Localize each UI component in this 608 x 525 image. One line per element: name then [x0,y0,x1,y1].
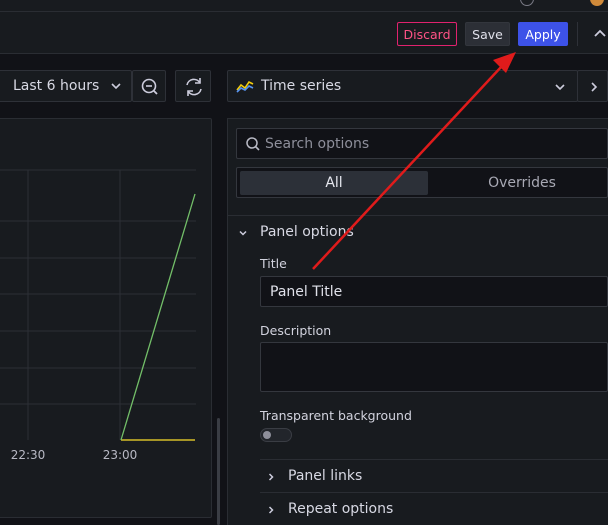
top-nav-edge [0,0,608,12]
visualization-picker[interactable]: Time series [227,70,578,102]
time-range-picker[interactable]: Last 6 hours [0,70,132,102]
x-tick-label: 22:30 [11,448,46,462]
section-divider [260,459,608,460]
chart-gridlines [0,169,196,440]
series-line [120,193,196,441]
title-input[interactable]: Panel Title [260,276,608,307]
chevron-right-icon [591,82,598,92]
section-divider [260,492,608,493]
x-tick-label: 23:00 [103,448,138,462]
pane-splitter[interactable] [217,418,220,525]
section-divider [228,215,608,216]
toggle-knob [263,431,271,439]
zoom-out-icon [141,78,158,95]
time-series-chart: 22:30 23:00 [0,169,196,462]
tab-all[interactable]: All [240,171,428,195]
chart-series [120,193,196,441]
panel-links-header[interactable]: Panel links [288,468,362,484]
time-range-label: Last 6 hours [13,78,100,94]
panel-options-header[interactable]: Panel options [260,224,354,240]
chevron-down-icon[interactable] [238,228,248,238]
options-tabs: All Overrides [236,167,608,198]
time-series-icon [236,80,254,93]
chevron-down-icon [111,83,121,90]
chevron-down-icon [555,84,565,91]
refresh-icon [186,78,202,96]
zoom-out-button[interactable] [132,70,166,102]
visualization-label: Time series [261,78,342,94]
discard-button[interactable]: Discard [397,22,457,46]
chevron-up-icon[interactable] [592,26,608,42]
title-label: Title [260,256,287,271]
chart-x-ticks: 22:30 23:00 [11,448,138,462]
transparent-background-label: Transparent background [260,408,412,423]
search-input[interactable] [265,133,595,155]
description-textarea[interactable] [260,342,608,392]
dashboard-toolbar [0,0,608,54]
chevron-right-icon[interactable] [266,472,276,482]
transparent-background-toggle[interactable] [260,428,292,442]
refresh-button[interactable] [175,70,211,102]
description-label: Description [260,323,332,338]
chevron-right-icon[interactable] [266,505,276,515]
search-icon [246,137,260,151]
toolbar-divider [577,22,578,46]
collapse-options-button[interactable] [577,70,608,102]
repeat-options-header[interactable]: Repeat options [288,501,393,517]
save-button[interactable]: Save [465,22,510,46]
apply-button[interactable]: Apply [518,22,568,46]
search-options[interactable] [236,128,608,159]
tab-overrides[interactable]: Overrides [432,171,608,195]
